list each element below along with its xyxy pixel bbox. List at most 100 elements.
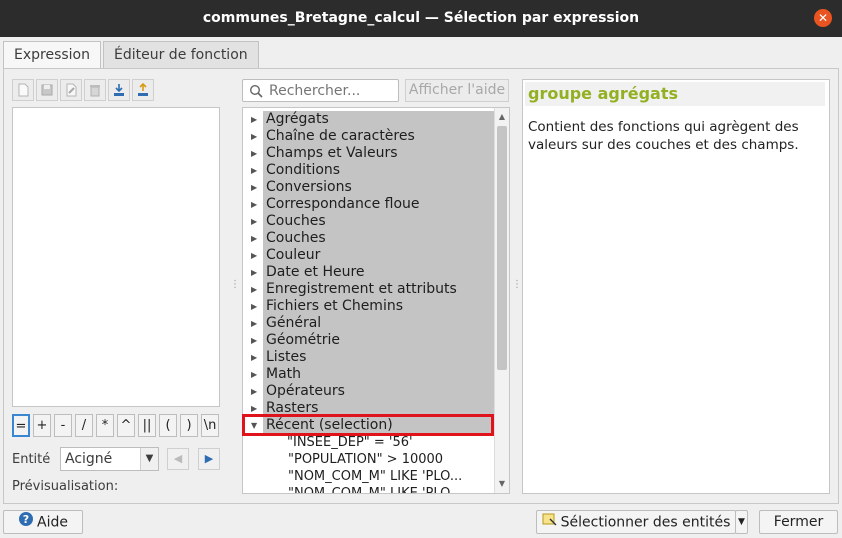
expand-icon[interactable]: ▶ xyxy=(251,281,257,298)
tree-group-label: Listes xyxy=(266,349,307,365)
tree-group[interactable]: ▶ Général xyxy=(251,315,494,332)
tree-group[interactable]: ▶ Correspondance floue xyxy=(251,196,494,213)
expand-icon[interactable]: ▶ xyxy=(251,145,257,162)
select-dropdown-button[interactable]: ▼ xyxy=(735,510,748,534)
tree-group[interactable]: ▶ Géométrie xyxy=(251,332,494,349)
tree-group-label: Fichiers et Chemins xyxy=(266,298,404,314)
tree-group[interactable]: ▶ Fichiers et Chemins xyxy=(251,298,494,315)
tree-group[interactable]: ▶ Enregistrement et attributs xyxy=(251,281,494,298)
tree-group[interactable]: ▶ Couleur xyxy=(251,247,494,264)
expand-icon[interactable]: ▶ xyxy=(251,128,257,145)
tree-group[interactable]: ▶ Couches xyxy=(251,213,494,230)
expand-icon[interactable]: ▶ xyxy=(251,247,257,264)
help-label: Aide xyxy=(37,514,68,531)
tree-group-label: Date et Heure xyxy=(266,264,365,280)
recent-expression-item[interactable]: "NOM_COM_M" LIKE 'PLO... xyxy=(243,485,494,493)
recent-expression-item[interactable]: "NOM_COM_M" LIKE 'PLO... xyxy=(243,468,494,485)
operator-minus-button[interactable]: - xyxy=(54,414,72,437)
tree-group-label: Couleur xyxy=(266,247,321,263)
tree-group[interactable]: ▶ Conditions xyxy=(251,162,494,179)
tree-group[interactable]: ▶ Agrégats xyxy=(251,111,494,128)
expand-icon[interactable]: ▶ xyxy=(251,111,257,128)
operator-plus-button[interactable]: + xyxy=(33,414,51,437)
expand-icon[interactable]: ▶ xyxy=(251,162,257,179)
expand-icon[interactable]: ▶ xyxy=(251,264,257,281)
scrollbar[interactable]: ▲ ▼ xyxy=(494,108,509,493)
recent-expression-item[interactable]: "POPULATION" > 10000 xyxy=(243,451,494,468)
help-button[interactable]: ? Aide xyxy=(3,510,83,534)
expand-icon[interactable]: ▶ xyxy=(251,213,257,230)
svg-text:?: ? xyxy=(23,513,29,526)
new-file-icon[interactable] xyxy=(12,79,34,101)
tree-group-label: Agrégats xyxy=(266,111,329,127)
recent-expression-item[interactable]: "INSEE_DEP" = '56' xyxy=(243,434,494,451)
expand-icon[interactable]: ▶ xyxy=(251,366,257,383)
entity-label: Entité xyxy=(12,452,51,467)
splitter-handle[interactable]: ⋮ xyxy=(230,280,240,296)
help-panel: groupe agrégats Contient des fonctions q… xyxy=(522,79,830,494)
tab-expression[interactable]: Expression xyxy=(3,41,101,68)
expand-icon[interactable]: ▶ xyxy=(251,349,257,366)
tree-group[interactable]: ▶ Listes xyxy=(251,349,494,366)
splitter-handle[interactable]: ⋮ xyxy=(512,280,522,296)
scrollbar-thumb[interactable] xyxy=(497,126,507,370)
operator-open-paren-button[interactable]: ( xyxy=(159,414,177,437)
close-button[interactable]: Fermer xyxy=(759,510,838,534)
operator-concat-button[interactable]: || xyxy=(138,414,156,437)
tree-group[interactable]: ▶ Couches xyxy=(251,230,494,247)
expand-icon[interactable]: ▶ xyxy=(251,332,257,349)
search-input[interactable] xyxy=(269,82,394,100)
expand-icon[interactable]: ▶ xyxy=(251,298,257,315)
search-icon xyxy=(249,84,263,98)
tab-function-editor[interactable]: Éditeur de fonction xyxy=(103,41,259,68)
tree-group-label: Opérateurs xyxy=(266,383,345,399)
expand-icon[interactable]: ▶ xyxy=(251,179,257,196)
tree-group[interactable]: ▶ Chaîne de caractères xyxy=(251,128,494,145)
operator-power-button[interactable]: ^ xyxy=(117,414,135,437)
window-title: communes_Bretagne_calcul — Sélection par… xyxy=(202,10,640,26)
tree-group[interactable]: ▶ Math xyxy=(251,366,494,383)
tree-group[interactable]: ▶ Conversions xyxy=(251,179,494,196)
next-entity-button[interactable]: ▶ xyxy=(198,448,220,470)
previous-entity-button[interactable]: ◀ xyxy=(167,448,189,470)
select-features-icon xyxy=(542,511,558,534)
tree-group-label: Correspondance floue xyxy=(266,196,420,212)
tree-group[interactable]: ▶ Champs et Valeurs xyxy=(251,145,494,162)
preview-label: Prévisualisation: xyxy=(12,479,119,494)
import-icon[interactable] xyxy=(108,79,130,101)
expand-icon[interactable]: ▶ xyxy=(251,315,257,332)
expand-icon[interactable]: ▶ xyxy=(251,383,257,400)
expression-editor[interactable] xyxy=(12,107,220,407)
tree-group[interactable]: ▶ Date et Heure xyxy=(251,264,494,281)
delete-icon[interactable] xyxy=(84,79,106,101)
tree-group-label: Champs et Valeurs xyxy=(266,145,398,161)
tree-group-label: Général xyxy=(266,315,322,331)
tree-group-label: Chaîne de caractères xyxy=(266,128,415,144)
operator-equals-button[interactable]: = xyxy=(12,414,30,437)
search-box[interactable] xyxy=(242,79,399,102)
show-help-button[interactable]: Afficher l'aide xyxy=(405,79,509,102)
tree-group-label: Enregistrement et attributs xyxy=(266,281,457,297)
operator-divide-button[interactable]: / xyxy=(75,414,93,437)
scroll-down-icon[interactable]: ▼ xyxy=(495,477,509,491)
window-titlebar: communes_Bretagne_calcul — Sélection par… xyxy=(0,0,842,37)
expand-icon[interactable]: ▶ xyxy=(251,196,257,213)
expand-icon[interactable]: ▶ xyxy=(251,230,257,247)
tree-group-label: Géométrie xyxy=(266,332,341,348)
save-icon[interactable] xyxy=(36,79,58,101)
help-icon: ? xyxy=(18,511,34,534)
scroll-up-icon[interactable]: ▲ xyxy=(495,110,509,124)
tree-group-label: Couches xyxy=(266,230,326,246)
operator-multiply-button[interactable]: * xyxy=(96,414,114,437)
entity-select[interactable]: Acigné ▼ xyxy=(60,447,159,471)
tree-rows: ▶ Agrégats ▶ Chaîne de caractères ▶ Champs et… xyxy=(243,111,494,493)
edit-icon[interactable] xyxy=(60,79,82,101)
operator-close-paren-button[interactable]: ) xyxy=(180,414,198,437)
close-icon[interactable]: ✕ xyxy=(814,9,832,27)
chevron-down-icon[interactable]: ▼ xyxy=(140,448,158,470)
select-features-button[interactable]: Sélectionner des entités xyxy=(536,510,736,534)
tree-group[interactable]: ▶ Opérateurs xyxy=(251,383,494,400)
operator-newline-button[interactable]: \n xyxy=(201,414,219,437)
export-icon[interactable] xyxy=(132,79,154,101)
tree-group-label: Conditions xyxy=(266,162,341,178)
